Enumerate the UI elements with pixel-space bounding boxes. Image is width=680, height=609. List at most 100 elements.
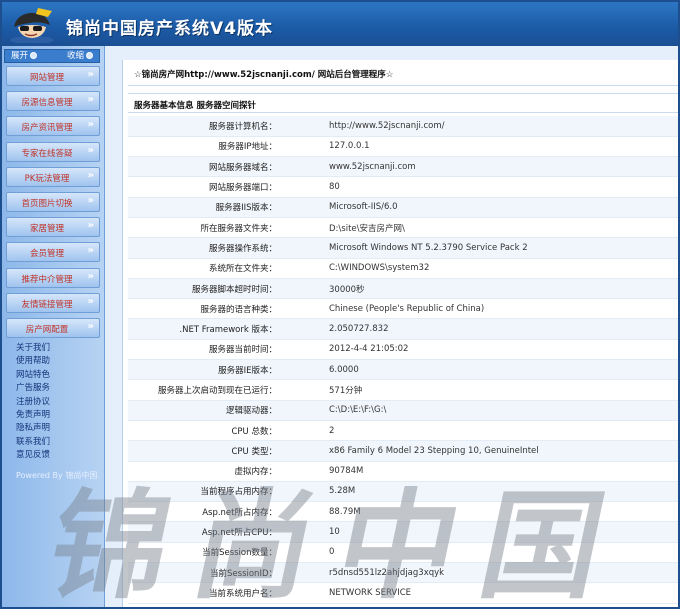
row-value: Microsoft-IIS/6.0 [301, 197, 678, 218]
row-label: 所在服务器文件夹： [128, 217, 301, 239]
sidebar-menu: 网站管理 » 房源信息管理 » 房产资讯管理 » 专家在线答疑 » PK玩法管理 » 首页… [6, 66, 100, 343]
menu-item-home-furnishing[interactable]: 家居管理 » [6, 217, 100, 238]
collapse-icon [86, 52, 94, 59]
menu-item-friend-links[interactable]: 友情链接管理 » [6, 292, 100, 313]
header-bar: 锦尚中国房产系统V4版本 [2, 2, 678, 46]
row-value: C:\WINDOWS\system32 [301, 258, 678, 279]
chevron-double-right-icon: » [87, 320, 94, 332]
menu-item-site-manage[interactable]: 网站管理 » [6, 66, 100, 86]
table-row: 网站服务器端口： 80 [128, 176, 678, 198]
sidebar-links: 关于我们 使用帮助 网站特色 广告服务 注册协议 免责声明 隐私声明 联系我们 … [16, 342, 96, 463]
menu-item-label: 推荐中介管理 [21, 274, 73, 285]
row-label: .NET Framework 版本： [128, 318, 301, 340]
row-label: 当前系统用户名： [128, 582, 301, 604]
cartoon-man-logo-icon [8, 5, 56, 44]
row-label: CPU 总数： [128, 420, 301, 442]
row-value: 10 [301, 521, 678, 543]
row-value: 80 [301, 176, 678, 198]
row-label: 服务器IIS版本： [128, 197, 301, 218]
row-value: http://www.52jscnanji.com/ [301, 116, 678, 137]
app-title: 锦尚中国房产系统V4版本 [66, 19, 273, 39]
menu-item-label: PK玩法管理 [24, 173, 70, 184]
menu-item-pk[interactable]: PK玩法管理 » [6, 166, 100, 187]
link-contact[interactable]: 联系我们 [16, 436, 96, 449]
link-help[interactable]: 使用帮助 [16, 355, 96, 368]
row-label: 服务器操作系统： [128, 237, 301, 259]
table-row: 当前Session数量： 0 [128, 542, 678, 564]
table-row: 服务器的语言种类： Chinese (People's Republic of C… [128, 298, 678, 320]
row-value: 571分钟 [301, 379, 678, 401]
section-title: 服务器基本信息 服务器空间探针 [134, 101, 256, 111]
link-features[interactable]: 网站特色 [16, 369, 96, 382]
chevron-double-right-icon: » [87, 94, 94, 106]
table-row: 所在服务器文件夹： D:\site\安吉房产网\ [128, 217, 678, 239]
section-header: 服务器基本信息 服务器空间探针 [128, 93, 678, 113]
menu-item-label: 首页图片切换 [21, 198, 73, 209]
main-content: ☆锦尚房产网http://www.52jscnanji.com/ 网站后台管理程… [122, 60, 678, 607]
site-header-bar: ☆锦尚房产网http://www.52jscnanji.com/ 网站后台管理程… [128, 60, 678, 86]
table-row: 服务器计算机名： http://www.52jscnanji.com/ [128, 116, 678, 137]
row-label: Asp.net所占内存： [128, 501, 301, 523]
table-row: 当前程序占用内存： 5.28M [128, 481, 678, 503]
link-privacy[interactable]: 隐私声明 [16, 422, 96, 435]
sidebar: 展开 收缩 网站管理 » 房源信息管理 » 房产资讯管理 » 专家在线答疑 » PK玩法… [2, 46, 105, 607]
row-value: C:\D:\E:\F:\G:\ [301, 400, 678, 421]
chevron-double-right-icon: » [87, 194, 94, 206]
row-label: Asp.net所占CPU： [128, 521, 301, 543]
menu-item-label: 房源信息管理 [21, 98, 73, 109]
collapse-all-button[interactable]: 收缩 [65, 50, 95, 62]
link-ads[interactable]: 广告服务 [16, 382, 96, 395]
chevron-double-right-icon: » [87, 220, 94, 232]
row-value: 5.28M [301, 481, 678, 503]
link-disclaimer[interactable]: 免责声明 [16, 409, 96, 422]
link-feedback[interactable]: 意见反馈 [16, 449, 96, 462]
expand-all-button[interactable]: 展开 [9, 50, 39, 62]
table-row: 虚拟内存： 90784M [128, 461, 678, 482]
chevron-double-right-icon: » [87, 169, 94, 181]
row-value: NETWORK SERVICE [301, 582, 678, 604]
menu-item-agents[interactable]: 推荐中介管理 » [6, 267, 100, 288]
row-label: 当前程序占用内存： [128, 481, 301, 503]
menu-item-label: 网站管理 [29, 73, 64, 83]
row-label: 逻辑驱动器： [128, 400, 301, 421]
menu-item-expert-qa[interactable]: 专家在线答疑 » [6, 141, 100, 162]
table-row: 当前SessionID： r5dnsd551lz2ahjdjag3xqyk [128, 562, 678, 584]
row-label: 网站服务器端口： [128, 176, 301, 198]
table-row: 服务器脚本超时时间： 30000秒 [128, 278, 678, 300]
row-label: 服务器当前时间： [128, 339, 301, 361]
menu-item-label: 家居管理 [29, 224, 64, 235]
menu-item-label: 友情链接管理 [21, 299, 73, 310]
row-label: 虚拟内存： [128, 461, 301, 482]
row-value: www.52jscnanji.com [301, 156, 678, 178]
menu-item-label: 专家在线答疑 [21, 148, 73, 159]
row-value: 2012-4-4 21:05:02 [301, 339, 678, 361]
row-label: 服务器的语言种类： [128, 298, 301, 320]
row-value: 30000秒 [301, 278, 678, 300]
row-label: CPU 类型： [128, 440, 301, 462]
table-row: 服务器当前时间： 2012-4-4 21:05:02 [128, 339, 678, 361]
menu-item-news[interactable]: 房产资讯管理 » [6, 116, 100, 137]
row-value: 0 [301, 542, 678, 564]
row-value: 127.0.0.1 [301, 136, 678, 158]
row-value: r5dnsd551lz2ahjdjag3xqyk [301, 562, 678, 584]
row-value: 2 [301, 420, 678, 442]
collapse-label: 收缩 [67, 51, 85, 61]
chevron-double-right-icon: » [87, 270, 94, 282]
table-row: CPU 类型： x86 Family 6 Model 23 Stepping 10… [128, 440, 678, 462]
table-row: 服务器IP地址： 127.0.0.1 [128, 136, 678, 158]
menu-item-listings[interactable]: 房源信息管理 » [6, 91, 100, 112]
chevron-double-right-icon: » [87, 69, 94, 80]
table-row: CPU 总数： 2 [128, 420, 678, 442]
row-value: 6.0000 [301, 359, 678, 381]
menu-item-slideshow[interactable]: 首页图片切换 » [6, 191, 100, 212]
sidebar-toolbar: 展开 收缩 [4, 49, 100, 63]
menu-item-members[interactable]: 会员管理 » [6, 242, 100, 263]
row-label: 当前Session数量： [128, 542, 301, 564]
link-about[interactable]: 关于我们 [16, 342, 96, 355]
menu-item-config[interactable]: 房产网配置 » [6, 317, 100, 338]
menu-item-label: 房产资讯管理 [21, 123, 73, 134]
table-row: 服务器IIS版本： Microsoft-IIS/6.0 [128, 197, 678, 218]
link-terms[interactable]: 注册协议 [16, 396, 96, 409]
chevron-double-right-icon: » [87, 245, 94, 257]
table-row: Asp.net所占内存： 88.79M [128, 501, 678, 523]
